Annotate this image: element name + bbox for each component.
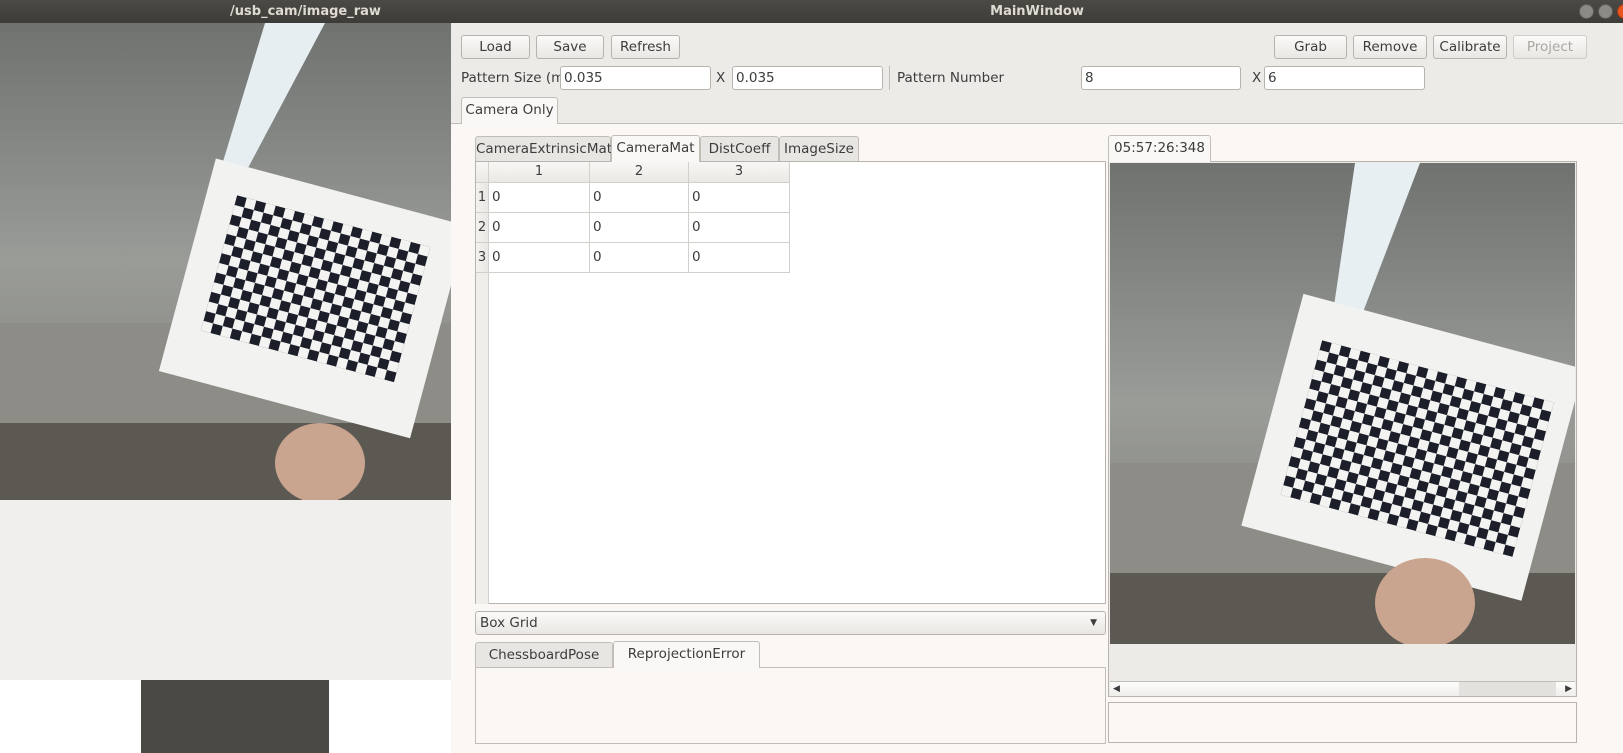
pattern-size-x-input[interactable]: 0.035 <box>560 66 711 90</box>
tab-chessboard-pose[interactable]: ChessboardPose <box>475 642 613 668</box>
camera-mat-table[interactable]: 1 2 3 1 2 3 0 0 0 0 0 0 0 0 0 <box>475 161 1106 604</box>
main-window-titlebar: MainWindow <box>451 0 1623 23</box>
tab-camera-mat[interactable]: CameraMat <box>611 135 700 162</box>
dropdown-selected-value: Box Grid <box>480 615 538 631</box>
scrollbar-track-right[interactable] <box>1459 682 1556 696</box>
tab-camera-only[interactable]: Camera Only <box>461 97 558 124</box>
table-cell[interactable]: 0 <box>590 213 689 243</box>
remove-button[interactable]: Remove <box>1353 35 1427 59</box>
pattern-number-y-input[interactable]: 6 <box>1264 66 1425 90</box>
table-cell[interactable]: 0 <box>590 243 689 273</box>
grab-button[interactable]: Grab <box>1274 35 1347 59</box>
scroll-left-icon[interactable]: ◀ <box>1113 682 1120 696</box>
refresh-button[interactable]: Refresh <box>611 35 680 59</box>
chevron-down-icon: ▼ <box>1090 618 1097 628</box>
pattern-size-y-input[interactable]: 0.035 <box>732 66 883 90</box>
project-button[interactable]: Project <box>1513 35 1587 59</box>
pattern-size-x-separator: X <box>716 70 726 86</box>
table-cell[interactable]: 0 <box>489 213 590 243</box>
grid-type-dropdown[interactable]: Box Grid ▼ <box>475 611 1106 635</box>
left-window-empty-area <box>0 500 451 680</box>
row-header[interactable]: 3 <box>476 243 489 273</box>
tab-camera-extrinsic-mat[interactable]: CameraExtrinsicMat <box>475 136 612 162</box>
tab-image-timestamp[interactable]: 05:57:26:348 <box>1108 135 1211 162</box>
left-window-titlebar: /usb_cam/image_raw <box>0 0 451 23</box>
column-header[interactable]: 3 <box>689 162 790 183</box>
camera-feed-left <box>0 23 451 500</box>
pattern-size-label: Pattern Size (m) <box>461 70 570 86</box>
status-text-box <box>1108 702 1577 743</box>
table-cell[interactable]: 0 <box>689 243 790 273</box>
pattern-number-x-input[interactable]: 8 <box>1081 66 1241 90</box>
tab-image-size[interactable]: ImageSize <box>779 136 859 162</box>
table-cell[interactable]: 0 <box>590 183 689 213</box>
horizontal-scrollbar[interactable]: ◀ ▶ <box>1110 681 1575 696</box>
column-header[interactable]: 1 <box>489 162 590 183</box>
background-window <box>141 680 329 753</box>
camera-feed-snapshot <box>1110 163 1575 644</box>
table-cell[interactable]: 0 <box>489 243 590 273</box>
pattern-number-label: Pattern Number <box>897 70 1005 86</box>
save-button[interactable]: Save <box>536 35 604 59</box>
minimize-button[interactable] <box>1579 4 1594 19</box>
column-header[interactable]: 2 <box>590 162 689 183</box>
row-header[interactable]: 1 <box>476 183 489 213</box>
table-cell[interactable]: 0 <box>689 183 790 213</box>
table-cell[interactable]: 0 <box>489 183 590 213</box>
tab-dist-coeff[interactable]: DistCoeff <box>700 136 779 162</box>
calibrate-button[interactable]: Calibrate <box>1433 35 1507 59</box>
tab-reprojection-error[interactable]: ReprojectionError <box>613 641 760 668</box>
table-corner <box>476 162 489 183</box>
maximize-button[interactable] <box>1598 4 1613 19</box>
scroll-right-icon[interactable]: ▶ <box>1565 682 1572 696</box>
toolbar-divider <box>889 66 890 90</box>
reprojection-error-panel <box>475 667 1106 744</box>
load-button[interactable]: Load <box>461 35 530 59</box>
pattern-number-x-separator: X <box>1252 70 1262 86</box>
table-cell[interactable]: 0 <box>689 213 790 243</box>
row-header[interactable]: 2 <box>476 213 489 243</box>
